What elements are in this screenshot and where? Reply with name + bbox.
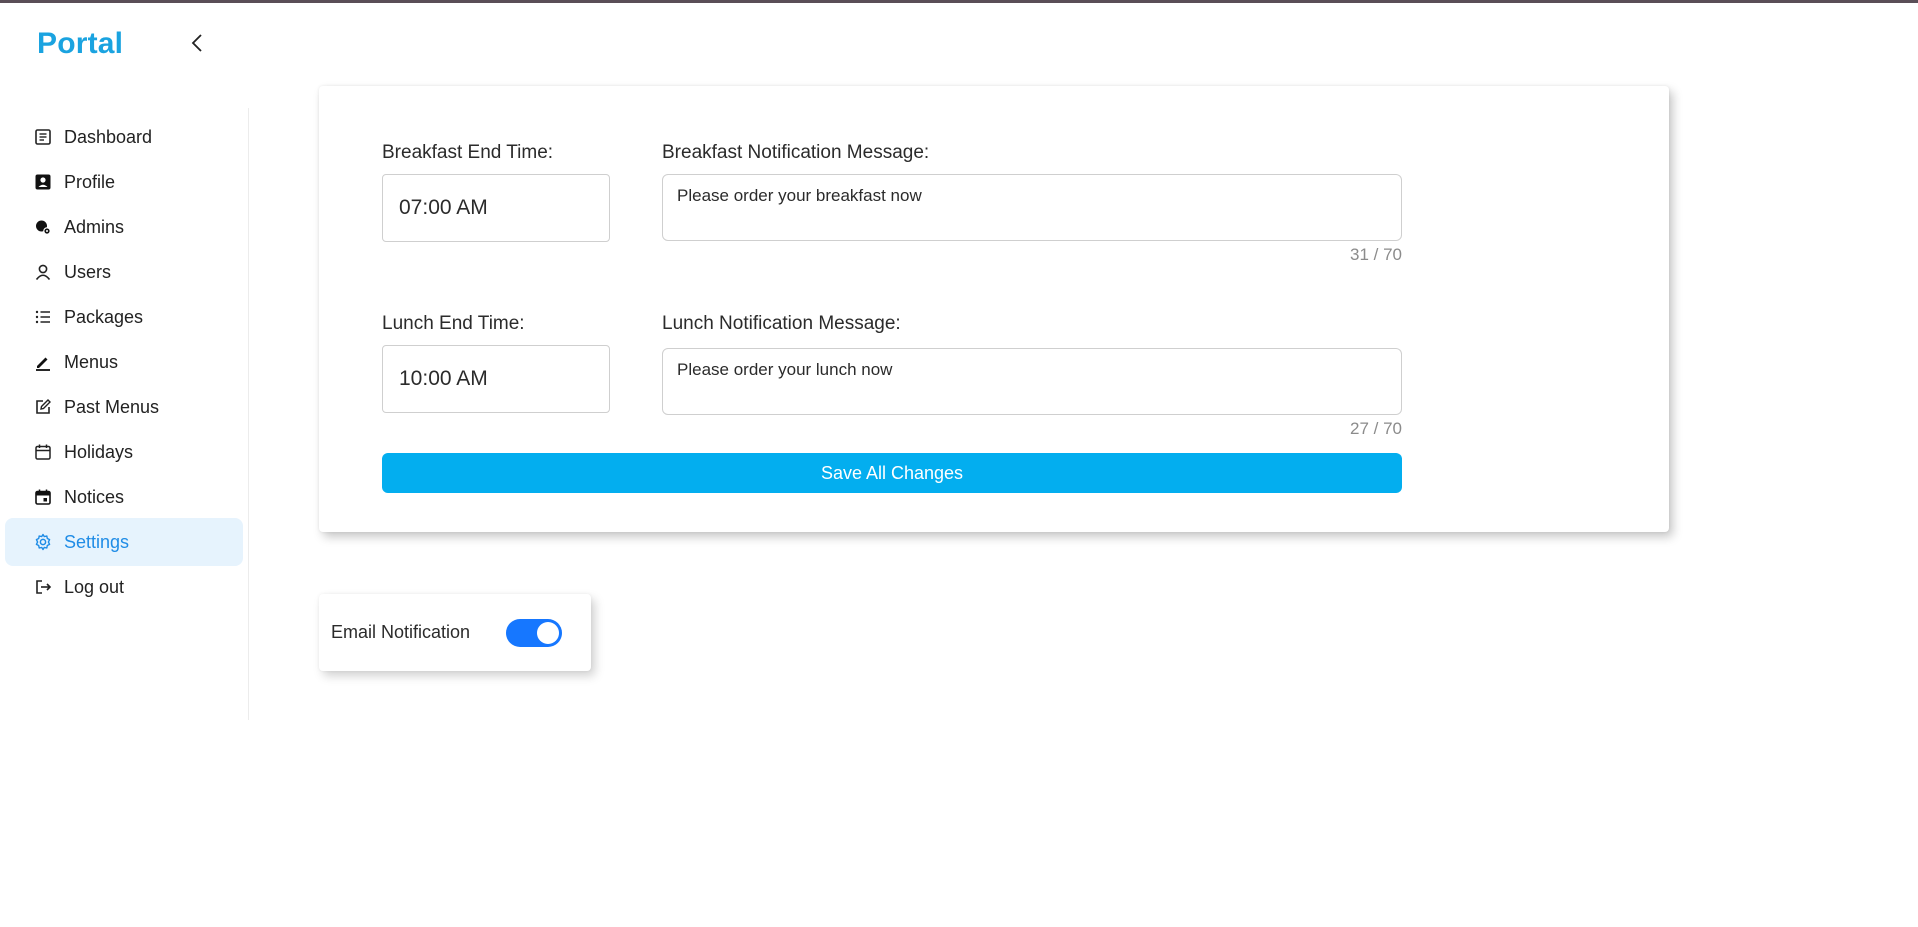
sidebar-item-packages[interactable]: Packages <box>5 293 243 341</box>
save-all-changes-button[interactable]: Save All Changes <box>382 453 1402 493</box>
sidebar-item-profile[interactable]: Profile <box>5 158 243 206</box>
sidebar-collapse-button[interactable] <box>184 30 210 56</box>
meal-settings-card: Breakfast End Time: 07:00 AM Breakfast N… <box>319 86 1669 532</box>
sidebar-item-label: Notices <box>64 486 125 507</box>
sidebar-item-label: Holidays <box>64 441 134 462</box>
calendar-event-icon <box>33 487 53 507</box>
brand-logo[interactable]: Portal <box>37 27 123 61</box>
sidebar-item-users[interactable]: Users <box>5 248 243 296</box>
sidebar-item-label: Dashboard <box>64 126 153 147</box>
chevron-left-icon <box>191 34 202 52</box>
toggle-knob <box>537 622 559 644</box>
sidebar-item-logout[interactable]: Log out <box>5 563 243 611</box>
sidebar-item-dashboard[interactable]: Dashboard <box>5 113 243 161</box>
lunch-char-counter: 27 / 70 <box>1350 419 1402 438</box>
window-top-border <box>0 0 1918 3</box>
list-icon <box>33 307 53 327</box>
gear-icon <box>33 532 53 552</box>
sidebar-item-label: Profile <box>64 171 116 192</box>
edit-icon <box>33 397 53 417</box>
lunch-time-label: Lunch End Time: <box>382 313 525 334</box>
sidebar-item-settings[interactable]: Settings <box>5 518 243 566</box>
email-notification-label: Email Notification <box>331 622 471 642</box>
calendar-icon <box>33 442 53 462</box>
lunch-message-input[interactable]: Please order your lunch now <box>662 348 1402 415</box>
sidebar-item-label: Log out <box>64 576 125 597</box>
sidebar-item-admins[interactable]: Admins <box>5 203 243 251</box>
breakfast-message-input[interactable]: Please order your breakfast now <box>662 174 1402 241</box>
breakfast-time-input[interactable]: 07:00 AM <box>382 174 610 242</box>
lunch-message-label: Lunch Notification Message: <box>662 313 901 334</box>
dashboard-icon <box>33 127 53 147</box>
sidebar-item-label: Menus <box>64 351 119 372</box>
logout-icon <box>33 577 53 597</box>
breakfast-message-label: Breakfast Notification Message: <box>662 142 930 163</box>
sidebar-item-menus[interactable]: Menus <box>5 338 243 386</box>
sidebar-item-label: Settings <box>64 531 130 552</box>
sidebar-item-holidays[interactable]: Holidays <box>5 428 243 476</box>
email-notification-card: Email Notification <box>319 594 591 671</box>
email-notification-toggle[interactable] <box>506 619 562 647</box>
sidebar-item-label: Packages <box>64 306 144 327</box>
lunch-time-input[interactable]: 10:00 AM <box>382 345 610 413</box>
admins-icon <box>33 217 53 237</box>
breakfast-time-label: Breakfast End Time: <box>382 142 554 163</box>
user-icon <box>33 262 53 282</box>
sidebar-item-label: Past Menus <box>64 396 160 417</box>
profile-icon <box>33 172 53 192</box>
sidebar-item-label: Admins <box>64 216 125 237</box>
sidebar-item-past-menus[interactable]: Past Menus <box>5 383 243 431</box>
sidebar-item-notices[interactable]: Notices <box>5 473 243 521</box>
pen-icon <box>33 352 53 372</box>
breakfast-char-counter: 31 / 70 <box>1350 245 1402 264</box>
sidebar: Dashboard Profile Admins Users Packages … <box>0 108 249 720</box>
sidebar-item-label: Users <box>64 261 112 282</box>
